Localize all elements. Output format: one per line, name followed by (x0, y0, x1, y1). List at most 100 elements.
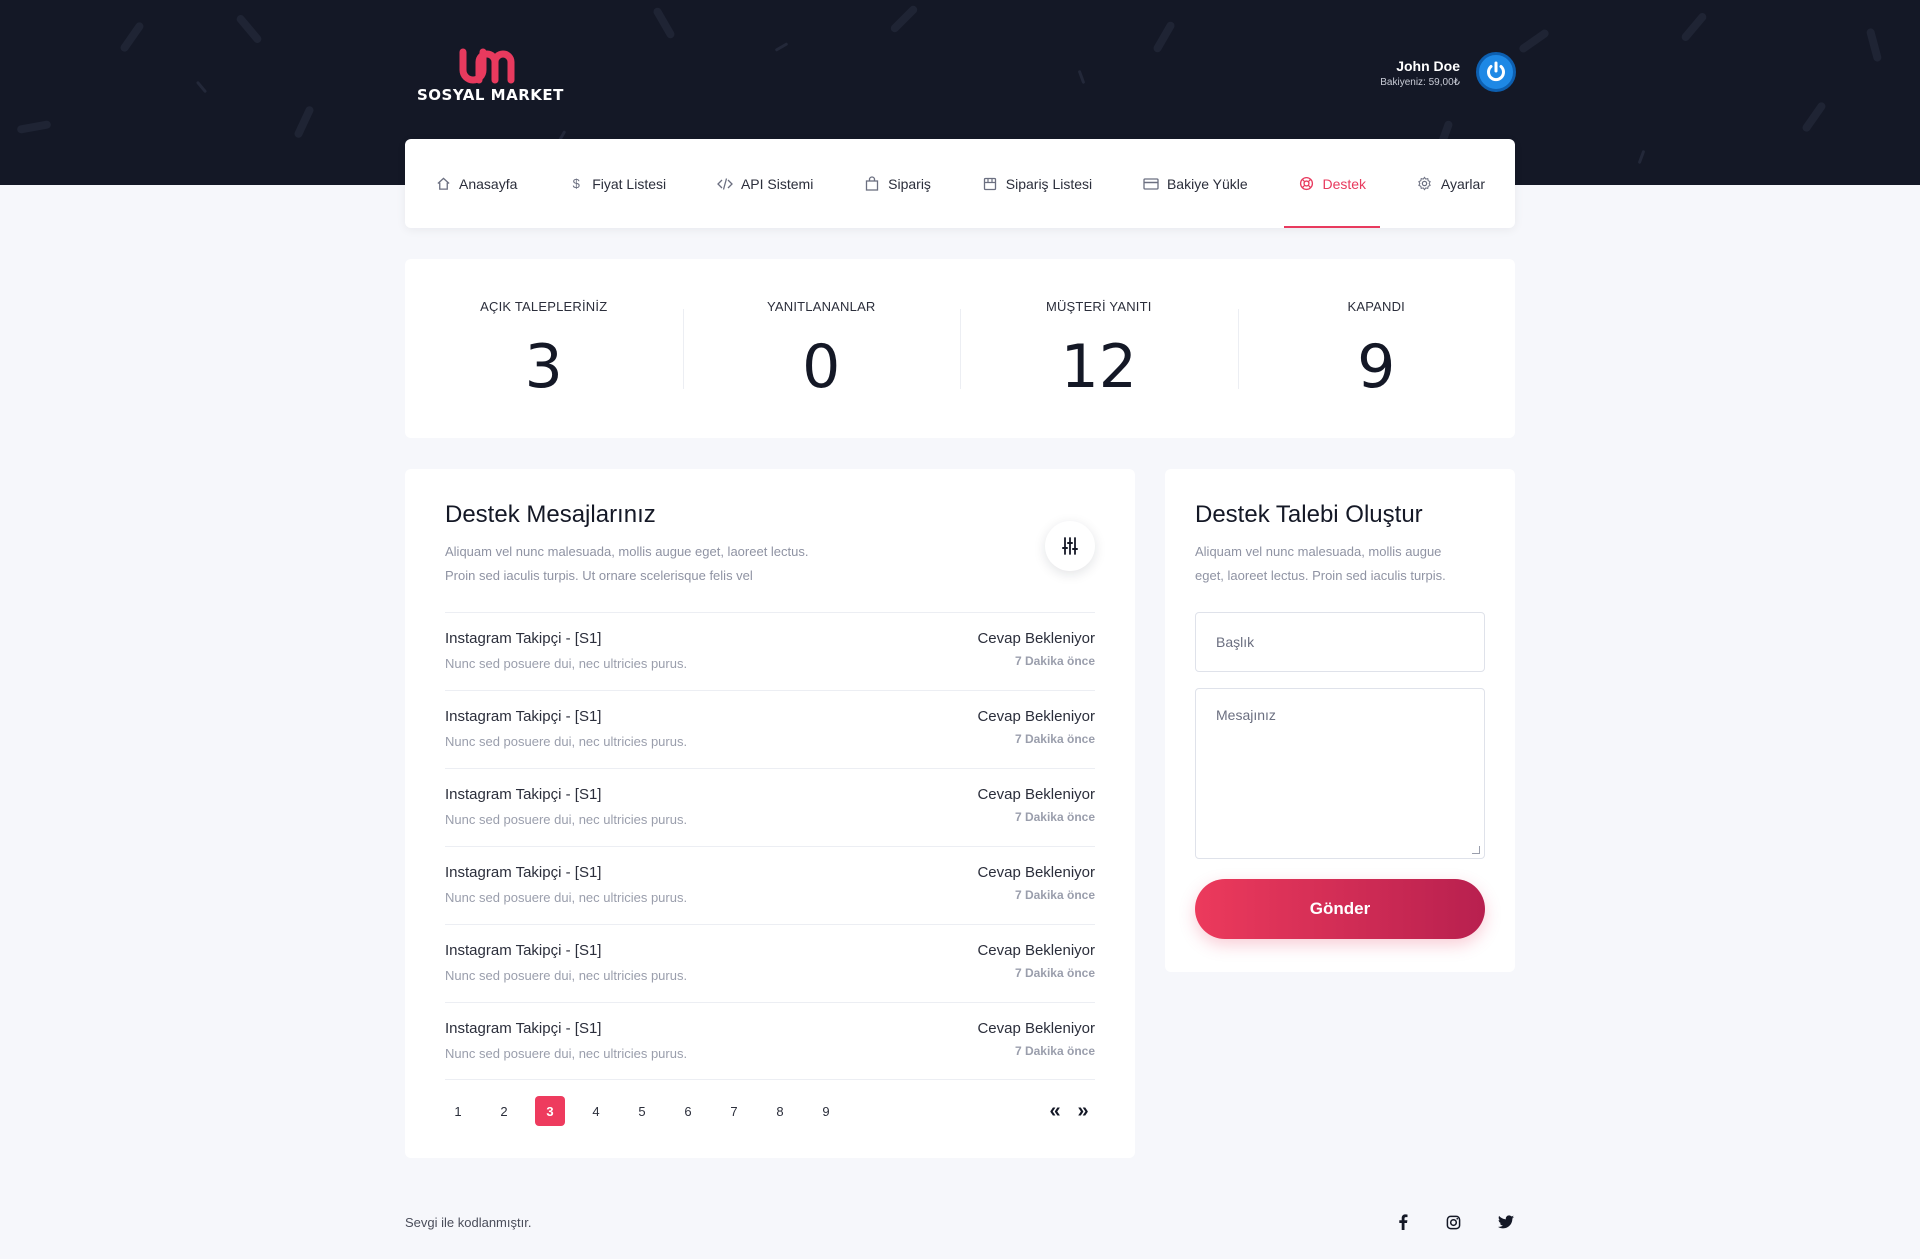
decor-dash (1517, 27, 1551, 55)
brand-name: SOSYAL MARKET (417, 86, 564, 104)
stat-value: 3 (524, 332, 563, 402)
stat-closed: KAPANDI 9 (1237, 259, 1516, 438)
credit-card-icon (1143, 176, 1159, 192)
card-title: Destek Mesajlarınız (445, 501, 656, 528)
nav-item-api-sistemi[interactable]: API Sistemi (717, 139, 813, 228)
message-subtitle: Nunc sed posuere dui, nec ultricies puru… (445, 734, 688, 749)
resize-handle-icon[interactable] (1472, 846, 1480, 854)
decor-dot (195, 80, 208, 94)
user-name: John Doe (1396, 58, 1460, 74)
nav-item-fiyat-listesi[interactable]: $ Fiyat Listesi (568, 139, 667, 228)
stat-label: AÇIK TALEPLERİNİZ (480, 299, 608, 314)
message-status: Cevap Bekleniyor (977, 864, 1095, 881)
filter-button[interactable] (1045, 521, 1095, 571)
nav-label: Sipariş Listesi (1005, 175, 1093, 192)
list-item[interactable]: Instagram Takipçi - [S1] Nunc sed posuer… (445, 1002, 1095, 1080)
page-button-5[interactable]: 5 (627, 1096, 657, 1126)
gear-icon (1417, 176, 1433, 192)
nav-label: Sipariş (888, 175, 931, 192)
facebook-icon[interactable] (1393, 1212, 1413, 1232)
brand-logo[interactable]: SOSYAL MARKET (417, 46, 565, 104)
decor-dash (16, 120, 52, 134)
message-time: 7 Dakika önce (1014, 966, 1095, 980)
page-button-4[interactable]: 4 (581, 1096, 611, 1126)
user-menu[interactable]: John Doe Bakiyeniz: 59,00₺ (1300, 50, 1516, 94)
page-button-8[interactable]: 8 (765, 1096, 795, 1126)
nav-item-destek[interactable]: Destek (1284, 139, 1380, 228)
stat-answered: YANITLANANLAR 0 (682, 259, 961, 438)
decor-dash (235, 13, 263, 45)
nav-item-bakiye-yukle[interactable]: Bakiye Yükle (1143, 139, 1248, 228)
nav-item-siparis-listesi[interactable]: Sipariş Listesi (982, 139, 1092, 228)
list-item[interactable]: Instagram Takipçi - [S1] Nunc sed posuer… (445, 846, 1095, 924)
decor-dot (1637, 149, 1646, 165)
subject-placeholder: Başlık (1216, 634, 1255, 650)
instagram-icon[interactable] (1443, 1212, 1463, 1232)
page-button-2[interactable]: 2 (489, 1096, 519, 1126)
page-button-7[interactable]: 7 (719, 1096, 749, 1126)
next-page-button[interactable]: » (1071, 1096, 1095, 1126)
message-status: Cevap Bekleniyor (977, 1020, 1095, 1037)
stat-value: 9 (1357, 332, 1396, 402)
nav-item-siparis[interactable]: Sipariş (864, 139, 931, 228)
submit-button[interactable]: Gönder (1195, 879, 1485, 939)
page-button-3[interactable]: 3 (535, 1096, 565, 1126)
list-item[interactable]: Instagram Takipçi - [S1] Nunc sed posuer… (445, 768, 1095, 846)
main-nav: Anasayfa $ Fiyat Listesi API Sistemi Sip… (405, 139, 1515, 228)
decor-dot (774, 42, 789, 52)
card-title: Destek Talebi Oluştur (1195, 501, 1423, 528)
page-button-9[interactable]: 9 (811, 1096, 841, 1126)
message-time: 7 Dakika önce (1014, 1044, 1095, 1058)
nav-label: Fiyat Listesi (592, 175, 667, 192)
stat-customer-reply: MÜŞTERİ YANITI 12 (960, 259, 1238, 438)
box-icon (982, 176, 998, 192)
dollar-icon: $ (572, 176, 580, 191)
message-status: Cevap Bekleniyor (977, 708, 1095, 725)
message-list: Instagram Takipçi - [S1] Nunc sed posuer… (445, 612, 1095, 1080)
subject-input[interactable]: Başlık (1195, 612, 1485, 672)
code-icon (717, 176, 733, 192)
card-description: Proin sed iaculis turpis. Ut ornare scel… (445, 568, 753, 583)
create-ticket-card: Destek Talebi Oluştur Aliquam vel nunc m… (1165, 469, 1515, 972)
list-item[interactable]: Instagram Takipçi - [S1] Nunc sed posuer… (445, 690, 1095, 768)
list-item[interactable]: Instagram Takipçi - [S1] Nunc sed posuer… (445, 924, 1095, 1002)
message-placeholder: Mesajınız (1216, 707, 1276, 723)
bag-icon (864, 176, 880, 192)
page-button-1[interactable]: 1 (443, 1096, 473, 1126)
message-title: Instagram Takipçi - [S1] (445, 1020, 602, 1037)
decor-dash (1680, 11, 1708, 43)
nav-item-ayarlar[interactable]: Ayarlar (1417, 139, 1485, 228)
decor-dash (293, 104, 315, 140)
decor-dash (1800, 100, 1828, 134)
message-time: 7 Dakika önce (1014, 732, 1095, 746)
power-icon[interactable] (1476, 52, 1516, 92)
stat-label: YANITLANANLAR (766, 299, 876, 314)
sliders-icon (1062, 537, 1078, 555)
stat-label: KAPANDI (1347, 299, 1405, 314)
nav-label: Ayarlar (1440, 175, 1485, 192)
message-textarea[interactable]: Mesajınız (1195, 688, 1485, 859)
decor-dash (118, 20, 146, 54)
message-subtitle: Nunc sed posuere dui, nec ultricies puru… (445, 968, 688, 983)
prev-page-button[interactable]: « (1043, 1096, 1067, 1126)
list-item[interactable]: Instagram Takipçi - [S1] Nunc sed posuer… (445, 612, 1095, 690)
card-description: eget, laoreet lectus. Proin sed iaculis … (1195, 568, 1446, 583)
logo-mark-icon (459, 48, 515, 84)
message-title: Instagram Takipçi - [S1] (445, 630, 602, 647)
nav-label: Bakiye Yükle (1166, 175, 1248, 192)
home-icon (435, 176, 451, 192)
support-messages-card: Destek Mesajlarınız Aliquam vel nunc mal… (405, 469, 1135, 1158)
card-description: Aliquam vel nunc malesuada, mollis augue (1195, 544, 1442, 559)
card-description: Aliquam vel nunc malesuada, mollis augue… (445, 544, 809, 559)
message-status: Cevap Bekleniyor (977, 786, 1095, 803)
message-title: Instagram Takipçi - [S1] (445, 708, 602, 725)
twitter-icon[interactable] (1496, 1212, 1516, 1232)
stat-label: MÜŞTERİ YANITI (1045, 299, 1152, 314)
stat-open-tickets: AÇIK TALEPLERİNİZ 3 (405, 259, 683, 438)
nav-item-anasayfa[interactable]: Anasayfa (435, 139, 517, 228)
decor-dash (652, 6, 676, 40)
stat-value: 0 (802, 332, 841, 402)
page-button-6[interactable]: 6 (673, 1096, 703, 1126)
message-title: Instagram Takipçi - [S1] (445, 864, 602, 881)
decor-dash (1865, 27, 1883, 63)
